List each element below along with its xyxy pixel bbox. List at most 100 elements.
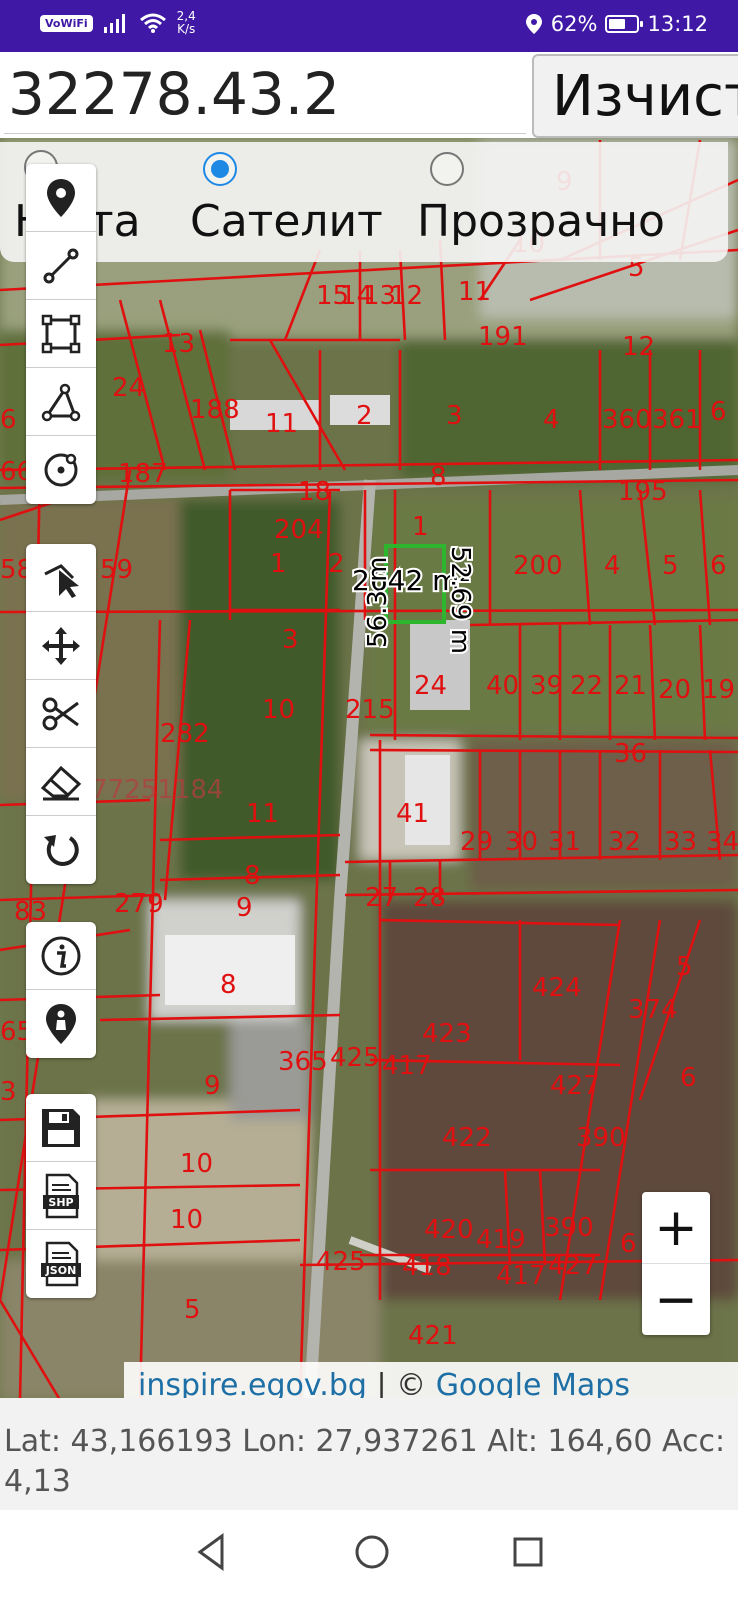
edge-length-right: 52.69 m [445,546,475,654]
svg-text:19: 19 [702,675,735,705]
svg-text:10: 10 [262,695,295,725]
svg-text:1: 1 [412,512,429,542]
my-location-button[interactable] [26,990,96,1058]
svg-text:427: 427 [548,1251,598,1281]
svg-text:32: 32 [608,827,641,857]
attribution-link-inspire[interactable]: inspire.egov.bg [138,1368,367,1398]
svg-text:33: 33 [664,827,697,857]
circle-button[interactable] [26,436,96,504]
back-icon[interactable] [194,1532,228,1572]
svg-text:6: 6 [710,551,727,581]
map-view[interactable]: 1324188 1123 4360361 619112 151413 12119… [0,138,738,1398]
zoom-out-button[interactable]: − [642,1264,710,1335]
info-tools [26,922,96,1058]
circle-icon [44,453,78,487]
svg-text:390: 390 [576,1123,626,1153]
svg-text:418: 418 [402,1252,452,1282]
coordinates-readout: Lat: 43,166193 Lon: 27,937261 Alt: 164,6… [0,1398,738,1510]
svg-text:10: 10 [180,1149,213,1179]
polygon-icon [41,314,81,353]
line-button[interactable] [26,232,96,300]
svg-text:423: 423 [422,1019,472,1049]
svg-text:282: 282 [160,719,210,749]
svg-text:215: 215 [345,695,395,725]
info-icon [41,936,81,975]
svg-text:6: 6 [710,397,727,427]
svg-text:422: 422 [442,1123,492,1153]
radio-satellite[interactable] [203,152,237,186]
wifi-icon [139,13,166,33]
info-button[interactable] [26,922,96,990]
svg-text:417: 417 [496,1261,546,1291]
svg-text:425: 425 [330,1043,380,1073]
svg-text:11: 11 [265,409,298,439]
parcel-search-input[interactable] [4,54,526,134]
svg-text:24: 24 [112,373,145,403]
svg-text:5: 5 [676,952,693,982]
edge-length-left: 56.3 m [363,557,393,648]
svg-text:8: 8 [244,861,261,891]
zoom-in-button[interactable]: + [642,1192,710,1264]
polygon-button[interactable] [26,300,96,368]
svg-text:421: 421 [408,1321,458,1351]
svg-text:4: 4 [543,405,560,435]
svg-text:361: 361 [652,405,702,435]
svg-text:2: 2 [356,401,373,431]
save-icon [42,1108,80,1147]
svg-text:24: 24 [414,671,447,701]
edit-tools [26,544,96,884]
svg-text:31: 31 [548,827,581,857]
svg-text:5: 5 [184,1295,201,1325]
vowifi-badge: VoWiFi [40,14,93,32]
attribution-link-google[interactable]: Google Maps [436,1368,630,1398]
svg-text:41: 41 [396,799,429,829]
svg-text:374: 374 [628,995,678,1025]
svg-text:11: 11 [246,799,279,829]
undo-icon [44,835,79,866]
export-shp-button[interactable]: SHP [26,1162,96,1230]
svg-text:9: 9 [204,1071,221,1101]
move-button[interactable] [26,612,96,680]
save-button[interactable] [26,1094,96,1162]
my-location-icon [46,1004,76,1044]
attribution-separator: | © [376,1368,427,1398]
svg-text:6: 6 [0,405,17,435]
recents-icon[interactable] [508,1532,548,1572]
svg-text:420: 420 [424,1215,474,1245]
svg-text:12: 12 [390,281,423,311]
cut-icon [42,697,79,730]
system-nav-bar [0,1510,738,1599]
svg-text:9: 9 [236,893,253,923]
line-icon [43,248,79,283]
svg-text:1: 1 [270,549,287,579]
eraser-button[interactable] [26,748,96,816]
svg-text:427: 427 [550,1071,600,1101]
radio-transparent-label[interactable]: Прозрачно [417,196,665,247]
svg-text:3: 3 [0,1077,17,1107]
clear-button[interactable]: Изчист [532,54,738,138]
json-icon: JSON [41,1241,81,1287]
svg-text:JSON: JSON [45,1264,77,1277]
battery-icon [605,15,644,33]
marker-icon [47,178,75,217]
cut-button[interactable] [26,680,96,748]
svg-text:21: 21 [614,671,647,701]
satellite-map[interactable]: 1324188 1123 4360361 619112 151413 12119… [0,138,738,1398]
radio-transparent[interactable] [430,152,464,186]
path-angle-button[interactable] [26,368,96,436]
svg-text:6: 6 [620,1229,637,1259]
svg-text:187: 187 [118,459,168,489]
select-button[interactable] [26,544,96,612]
map-attribution: inspire.egov.bg | © Google Maps [124,1362,738,1398]
svg-text:13: 13 [162,329,195,359]
svg-text:30: 30 [505,827,538,857]
marker-button[interactable] [26,164,96,232]
svg-text:390: 390 [544,1213,594,1243]
undo-button[interactable] [26,816,96,884]
svg-text:195: 195 [618,477,668,507]
home-icon[interactable] [352,1532,392,1572]
svg-text:4: 4 [604,551,621,581]
svg-text:SHP: SHP [48,1196,73,1209]
export-json-button[interactable]: JSON [26,1230,96,1298]
radio-satellite-label[interactable]: Сателит [190,196,383,247]
